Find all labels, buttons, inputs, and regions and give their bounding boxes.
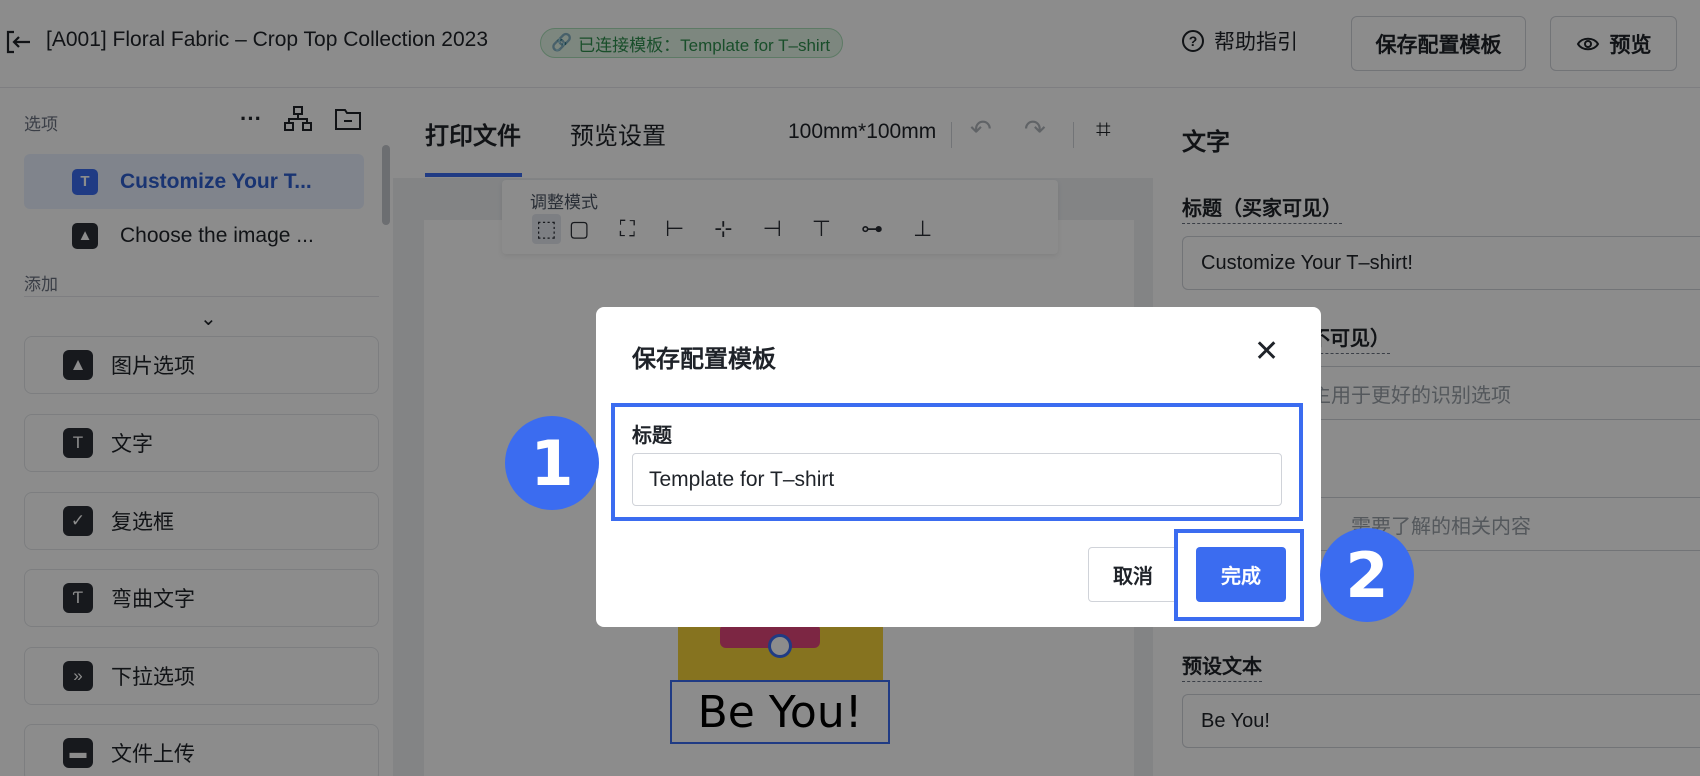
close-icon[interactable]: ✕ xyxy=(1254,337,1279,367)
dialog-title: 保存配置模板 xyxy=(632,346,776,373)
save-template-dialog: 保存配置模板 ✕ 标题 Template for T–shirt 取消 完成 xyxy=(596,307,1321,627)
cancel-button[interactable]: 取消 xyxy=(1088,547,1178,602)
template-title-input[interactable]: Template for T–shirt xyxy=(632,453,1282,506)
template-title-label: 标题 xyxy=(632,425,672,447)
step-badge-1: 1 xyxy=(505,416,599,510)
step-badge-2: 2 xyxy=(1320,528,1414,622)
done-button[interactable]: 完成 xyxy=(1196,547,1286,602)
